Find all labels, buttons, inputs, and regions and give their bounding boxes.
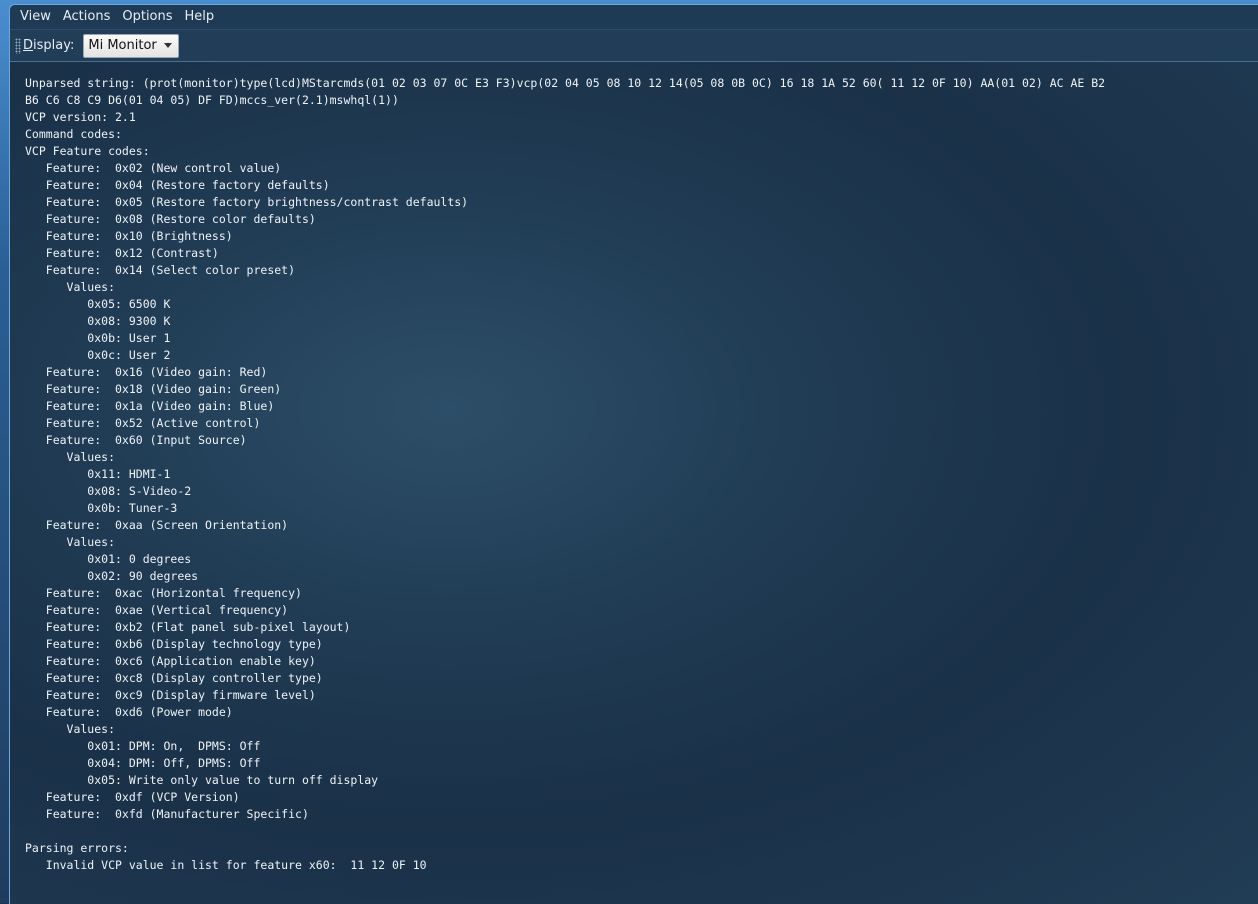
output-line: Feature: 0x60 (Input Source) <box>25 433 247 447</box>
output-line: Feature: 0x10 (Brightness) <box>25 229 233 243</box>
output-line: Feature: 0x16 (Video gain: Red) <box>25 365 268 379</box>
output-line: 0x01: 0 degrees <box>25 552 192 566</box>
output-line: Values: <box>25 280 116 294</box>
output-line: B6 C6 C8 C9 D6(01 04 05) DF FD)mccs_ver(… <box>25 93 399 107</box>
display-select-value: Mi Monitor <box>88 38 157 53</box>
app-window: View Actions Options Help Display: Mi Mo… <box>9 4 1258 904</box>
toolbar-grip-handle[interactable] <box>15 37 21 54</box>
output-line: Values: <box>25 535 116 549</box>
menu-bar: View Actions Options Help <box>10 5 1258 30</box>
menu-view[interactable]: View <box>10 6 57 28</box>
output-line: 0x0c: User 2 <box>25 348 171 362</box>
menu-actions[interactable]: Actions <box>57 6 117 28</box>
output-line: Feature: 0x02 (New control value) <box>25 161 282 175</box>
output-line: Feature: 0x04 (Restore factory defaults) <box>25 178 330 192</box>
output-line: Values: <box>25 450 116 464</box>
display-label: Display: <box>23 38 74 53</box>
chevron-down-icon <box>164 43 173 48</box>
output-line: Feature: 0xb2 (Flat panel sub-pixel layo… <box>25 620 351 634</box>
output-line: Feature: 0xfd (Manufacturer Specific) <box>25 807 309 821</box>
output-line: Feature: 0x18 (Video gain: Green) <box>25 382 282 396</box>
output-line: 0x0b: Tuner-3 <box>25 501 178 515</box>
output-line: Unparsed string: (prot(monitor)type(lcd)… <box>25 76 1106 90</box>
menu-options[interactable]: Options <box>116 6 178 28</box>
output-line: Feature: 0x52 (Active control) <box>25 416 261 430</box>
output-line: Values: <box>25 722 116 736</box>
output-line: Parsing errors: <box>25 841 129 855</box>
output-line: Feature: 0xae (Vertical frequency) <box>25 603 289 617</box>
output-line: VCP version: 2.1 <box>25 110 136 124</box>
output-line: Feature: 0xac (Horizontal frequency) <box>25 586 302 600</box>
output-line: Feature: 0xc9 (Display firmware level) <box>25 688 316 702</box>
output-line: Feature: 0xc6 (Application enable key) <box>25 654 316 668</box>
output-line: Feature: 0x08 (Restore color defaults) <box>25 212 316 226</box>
display-toolbar: Display: Mi Monitor <box>10 30 1258 62</box>
display-select[interactable]: Mi Monitor <box>83 33 180 58</box>
output-line: VCP Feature codes: <box>25 144 150 158</box>
display-label-text: isplay: <box>33 38 75 53</box>
output-line: Feature: 0x12 (Contrast) <box>25 246 219 260</box>
output-line: Feature: 0x14 (Select color preset) <box>25 263 296 277</box>
output-line: 0x01: DPM: On, DPMS: Off <box>25 739 261 753</box>
output-line: 0x11: HDMI-1 <box>25 467 171 481</box>
output-line: Command codes: <box>25 127 122 141</box>
output-line: 0x05: 6500 K <box>25 297 171 311</box>
display-label-mnemonic: D <box>23 38 34 53</box>
output-line: 0x0b: User 1 <box>25 331 171 345</box>
output-line: Feature: 0xc8 (Display controller type) <box>25 671 323 685</box>
menu-help[interactable]: Help <box>179 6 221 28</box>
output-line: Feature: 0xd6 (Power mode) <box>25 705 233 719</box>
output-line: 0x05: Write only value to turn off displ… <box>25 773 379 787</box>
output-line: 0x04: DPM: Off, DPMS: Off <box>25 756 261 770</box>
output-line: Feature: 0x1a (Video gain: Blue) <box>25 399 275 413</box>
output-line: Feature: 0xaa (Screen Orientation) <box>25 518 289 532</box>
output-line: Feature: 0x05 (Restore factory brightnes… <box>25 195 469 209</box>
capabilities-output: Unparsed string: (prot(monitor)type(lcd)… <box>25 75 1255 874</box>
output-line: Invalid VCP value in list for feature x6… <box>25 858 427 872</box>
output-line: Feature: 0xdf (VCP Version) <box>25 790 240 804</box>
output-line: 0x02: 90 degrees <box>25 569 199 583</box>
output-line: 0x08: S-Video-2 <box>25 484 192 498</box>
output-line: Feature: 0xb6 (Display technology type) <box>25 637 323 651</box>
output-line: 0x08: 9300 K <box>25 314 171 328</box>
